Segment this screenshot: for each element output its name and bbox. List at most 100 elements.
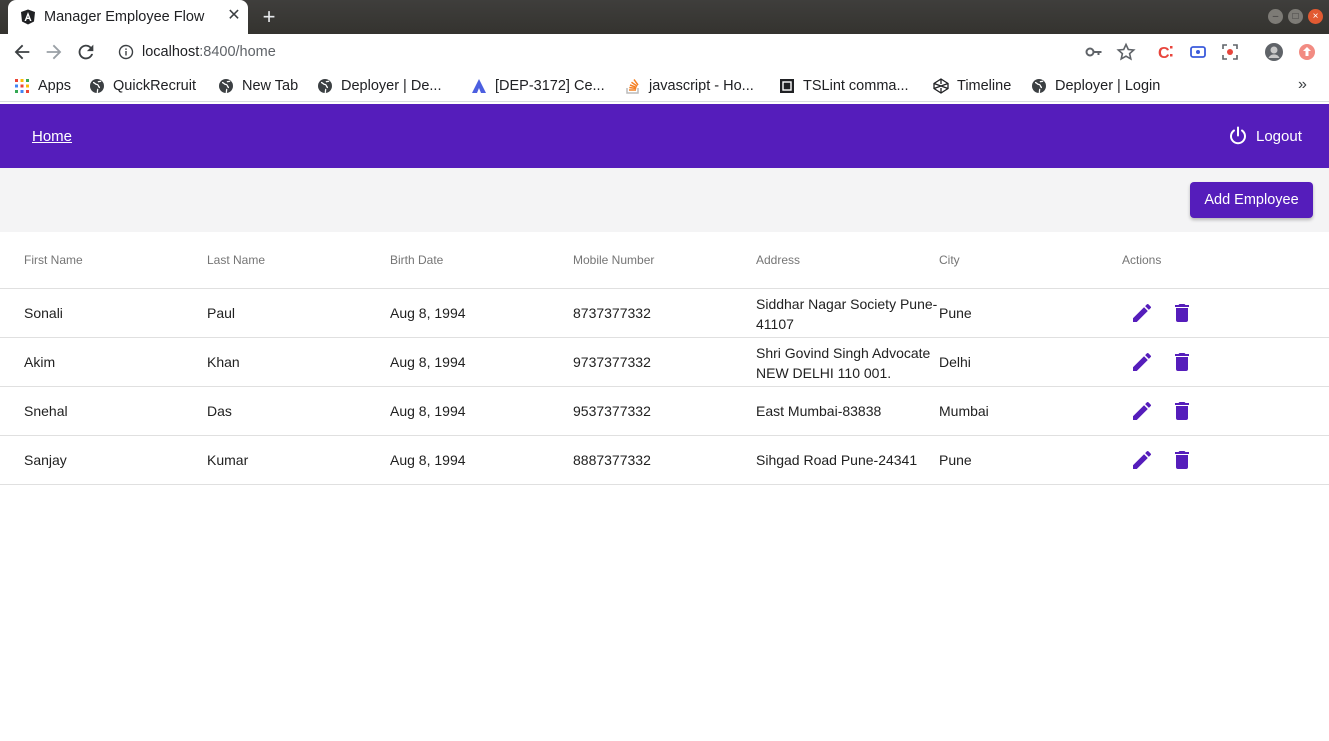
- header-actions: Actions: [1122, 253, 1162, 267]
- cell-first-name: Sanjay: [24, 452, 67, 468]
- cell-mobile-number: 9537377332: [573, 403, 651, 419]
- url-host: localhost: [142, 44, 200, 60]
- cell-city: Pune: [939, 452, 972, 468]
- bookmark-jira[interactable]: [DEP-3172] Ce...: [471, 76, 605, 96]
- cell-address: East Mumbai-83838: [756, 403, 882, 419]
- table-row: Akim Khan Aug 8, 1994 9737377332 Shri Go…: [0, 338, 1329, 387]
- cell-birth-date: Aug 8, 1994: [390, 403, 466, 419]
- bookmark-label: Timeline: [957, 78, 1012, 94]
- bookmark-label: QuickRecruit: [113, 78, 196, 94]
- svg-text:C: C: [1158, 45, 1170, 62]
- delete-icon[interactable]: [1170, 301, 1194, 325]
- cell-city: Mumbai: [939, 403, 989, 419]
- browser-tabstrip: Manager Employee Flow ✕ + – □ ×: [0, 0, 1329, 34]
- cell-birth-date: Aug 8, 1994: [390, 452, 466, 468]
- header-address: Address: [756, 253, 801, 267]
- cell-address: Siddhar Nagar Society Pune-41107: [756, 296, 938, 332]
- url-path: :8400/home: [199, 44, 276, 60]
- star-icon[interactable]: [1116, 42, 1136, 62]
- profile-avatar-icon[interactable]: [1264, 42, 1284, 62]
- bookmarks-bar: Apps QuickRecruit New Tab Deployer | De.…: [0, 70, 1329, 102]
- header-last-name: Last Name: [207, 253, 266, 267]
- tab-close-icon[interactable]: ✕: [224, 6, 244, 26]
- header-birth-date: Birth Date: [390, 253, 444, 267]
- power-icon: [1230, 126, 1246, 145]
- bookmark-label: Deployer | Login: [1055, 78, 1161, 94]
- action-bar: Add Employee: [0, 168, 1329, 232]
- bookmark-label: [DEP-3172] Ce...: [495, 78, 605, 94]
- bookmark-stackoverflow[interactable]: javascript - Ho...: [625, 76, 754, 96]
- stackoverflow-icon: [626, 79, 639, 94]
- apps-grid-icon: [15, 79, 29, 93]
- header-city: City: [939, 253, 960, 267]
- extension-screen-icon[interactable]: [1188, 42, 1208, 62]
- window-maximize-button[interactable]: □: [1288, 9, 1303, 24]
- new-tab-icon[interactable]: +: [258, 6, 280, 28]
- update-icon[interactable]: [1297, 42, 1317, 62]
- home-link[interactable]: Home: [32, 128, 72, 145]
- edit-icon[interactable]: [1130, 301, 1154, 325]
- globe-icon: [1032, 79, 1046, 94]
- reload-icon[interactable]: [75, 41, 97, 63]
- add-employee-button[interactable]: Add Employee: [1190, 182, 1313, 218]
- bookmark-label: Deployer | De...: [341, 78, 442, 94]
- info-icon[interactable]: [118, 44, 134, 60]
- forward-icon[interactable]: [43, 41, 65, 63]
- bookmark-quickrecruit[interactable]: QuickRecruit: [89, 76, 196, 96]
- app-header: Home Logout: [0, 104, 1329, 168]
- cell-last-name: Paul: [207, 305, 236, 321]
- bookmark-apps[interactable]: Apps: [14, 76, 71, 96]
- cell-address: Sihgad Road Pune-24341: [756, 452, 918, 468]
- atlassian-icon: [472, 79, 486, 93]
- key-icon[interactable]: [1084, 42, 1104, 62]
- tab-title: Manager Employee Flow: [44, 9, 205, 25]
- globe-icon: [219, 79, 233, 94]
- delete-icon[interactable]: [1170, 350, 1194, 374]
- delete-icon[interactable]: [1170, 399, 1194, 423]
- bookmark-label: TSLint comma...: [803, 78, 909, 94]
- bookmark-label: javascript - Ho...: [649, 78, 754, 94]
- browser-tab[interactable]: Manager Employee Flow ✕: [8, 0, 248, 34]
- cell-first-name: Snehal: [24, 403, 68, 419]
- delete-icon[interactable]: [1170, 448, 1194, 472]
- edit-icon[interactable]: [1130, 448, 1154, 472]
- globe-icon: [318, 79, 332, 94]
- bookmark-timeline[interactable]: Timeline: [933, 76, 1011, 96]
- cell-mobile-number: 8737377332: [573, 305, 651, 321]
- edit-icon[interactable]: [1130, 350, 1154, 374]
- cell-mobile-number: 8887377332: [573, 452, 651, 468]
- bookmark-deployer-login[interactable]: Deployer | Login: [1031, 76, 1160, 96]
- table-row: Snehal Das Aug 8, 1994 9537377332 East M…: [0, 387, 1329, 436]
- cell-birth-date: Aug 8, 1994: [390, 354, 466, 370]
- bookmark-new-tab[interactable]: New Tab: [218, 76, 298, 96]
- bookmark-tslint[interactable]: TSLint comma...: [779, 76, 909, 96]
- cell-mobile-number: 9737377332: [573, 354, 651, 370]
- cell-last-name: Das: [207, 403, 232, 419]
- bookmark-label: New Tab: [242, 78, 299, 94]
- codepen-icon: [933, 78, 949, 94]
- cell-city: Pune: [939, 305, 972, 321]
- url-text: localhost:8400/home: [142, 44, 276, 60]
- employee-table: First Name Last Name Birth Date Mobile N…: [0, 232, 1329, 485]
- logout-label: Logout: [1256, 127, 1302, 145]
- edit-icon[interactable]: [1130, 399, 1154, 423]
- globe-icon: [90, 79, 104, 94]
- cell-last-name: Kumar: [207, 452, 249, 468]
- cell-address: Shri Govind Singh Advocate NEW DELHI 110…: [756, 345, 931, 381]
- bookmark-label: Apps: [38, 78, 72, 94]
- cell-city: Delhi: [939, 354, 971, 370]
- logout-button[interactable]: Logout: [1228, 126, 1302, 146]
- table-header: First Name Last Name Birth Date Mobile N…: [0, 232, 1329, 289]
- bookmark-deployer[interactable]: Deployer | De...: [317, 76, 441, 96]
- tslint-icon: [780, 79, 794, 93]
- bookmarks-overflow-icon[interactable]: »: [1298, 76, 1307, 94]
- extension-c-icon[interactable]: C: [1156, 42, 1176, 62]
- window-minimize-button[interactable]: –: [1268, 9, 1283, 24]
- extension-record-icon[interactable]: [1220, 42, 1240, 62]
- address-bar[interactable]: localhost:8400/home: [108, 37, 1150, 67]
- angular-icon: [21, 9, 35, 25]
- header-mobile-number: Mobile Number: [573, 253, 655, 267]
- window-close-button[interactable]: ×: [1308, 9, 1323, 24]
- back-icon[interactable]: [11, 41, 33, 63]
- cell-birth-date: Aug 8, 1994: [390, 305, 466, 321]
